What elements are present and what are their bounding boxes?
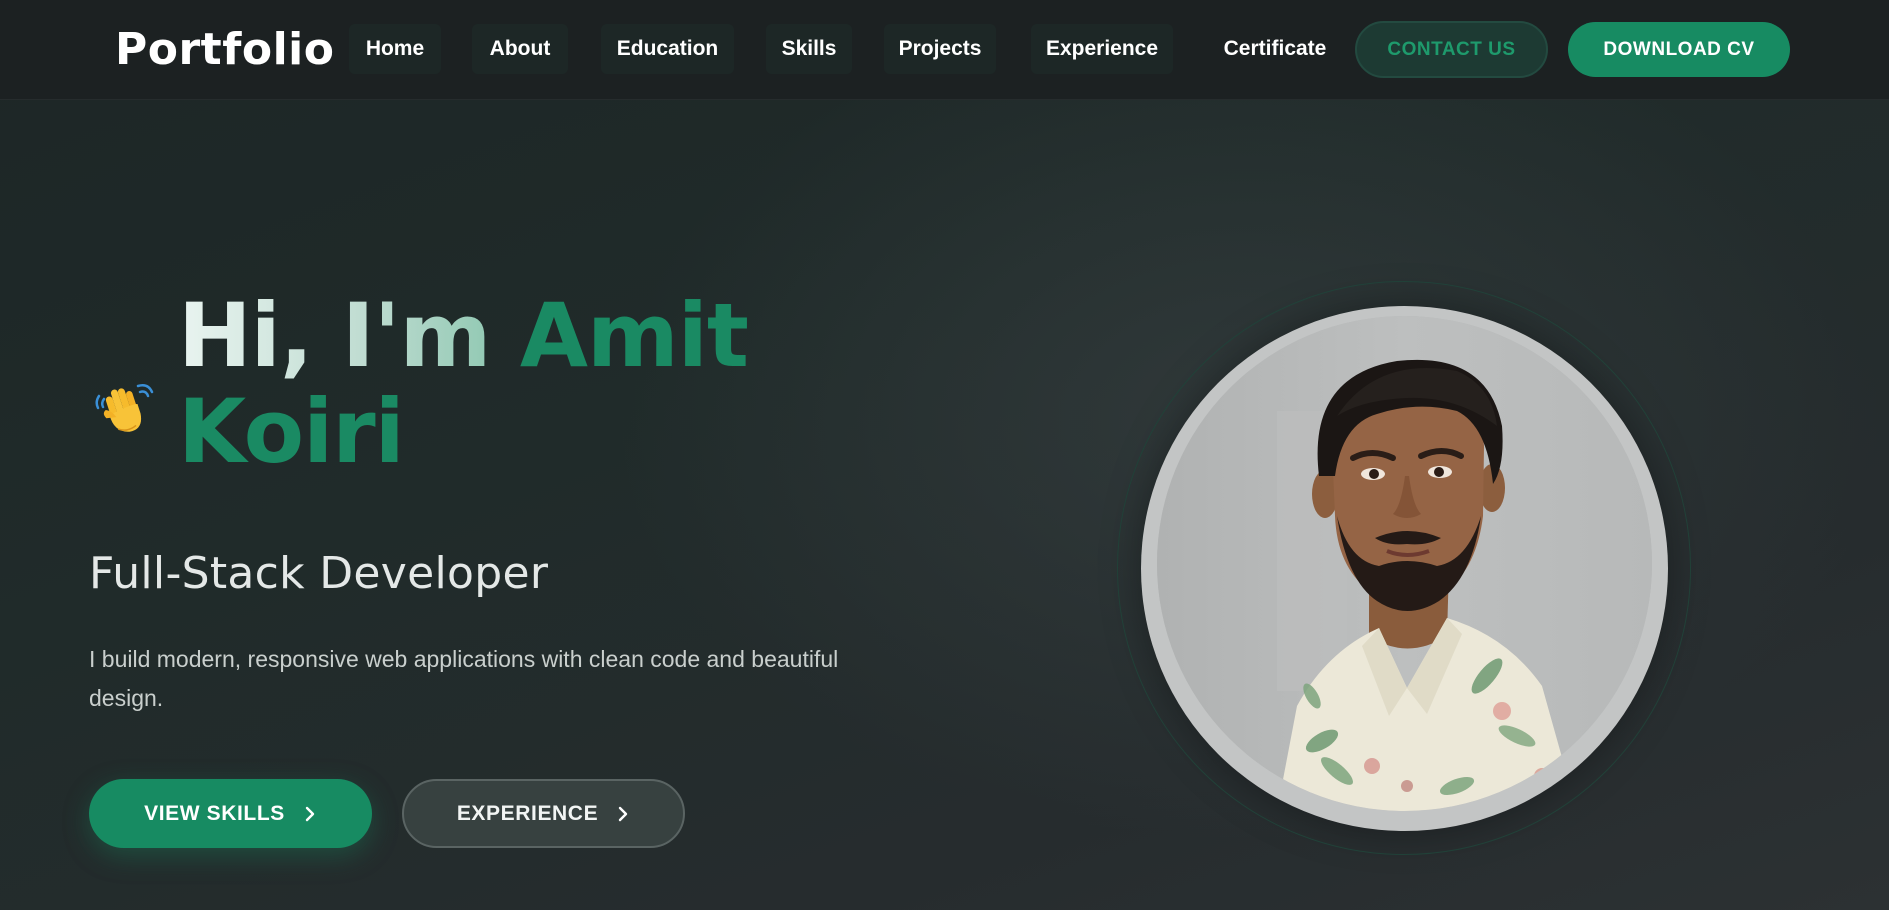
nav-item-label: Home — [365, 37, 425, 60]
nav-item-education[interactable]: Education — [601, 24, 734, 74]
hero-heading: Hi, I'm Amit Koiri — [178, 288, 749, 483]
download-cv-button[interactable]: DOWNLOAD CV — [1568, 22, 1790, 77]
nav-item-home[interactable]: Home — [349, 24, 441, 74]
nav-item-projects[interactable]: Projects — [884, 24, 996, 74]
nav-item-experience[interactable]: Experience — [1031, 24, 1173, 74]
nav-item-label: Certificate — [1223, 37, 1327, 60]
profile-photo — [1157, 316, 1652, 811]
nav-item-about[interactable]: About — [472, 24, 568, 74]
nav-item-label: Skills — [781, 37, 837, 60]
navbar: Portfolio Home About Education Skills Pr… — [0, 0, 1889, 100]
chevron-right-icon — [303, 805, 317, 823]
hero-greeting: Hi, I'm — [178, 284, 520, 387]
hero-first-name: Amit — [519, 284, 749, 387]
hero-role: Full-Stack Developer — [89, 548, 549, 599]
experience-label: EXPERIENCE — [456, 801, 599, 825]
nav-item-label: Projects — [898, 37, 982, 60]
hero-description: I build modern, responsive web applicati… — [89, 646, 839, 711]
nav-item-label: About — [489, 37, 551, 60]
contact-us-button[interactable]: CONTACT US — [1355, 21, 1548, 78]
chevron-right-icon — [616, 805, 630, 823]
hero-last-name: Koiri — [178, 380, 405, 483]
site-logo[interactable]: Portfolio — [115, 24, 334, 75]
nav-item-label: Education — [616, 37, 719, 60]
portfolio-page: Portfolio Home About Education Skills Pr… — [0, 0, 1889, 910]
profile-photo-frame — [1141, 306, 1668, 831]
nav-item-label: Experience — [1045, 37, 1159, 60]
nav-item-certificate[interactable]: Certificate — [1208, 24, 1342, 74]
waving-hand-icon — [94, 382, 154, 438]
view-skills-button[interactable]: VIEW SKILLS — [89, 779, 372, 848]
nav-item-skills[interactable]: Skills — [766, 24, 852, 74]
experience-button[interactable]: EXPERIENCE — [402, 779, 685, 848]
view-skills-label: VIEW SKILLS — [144, 801, 285, 825]
